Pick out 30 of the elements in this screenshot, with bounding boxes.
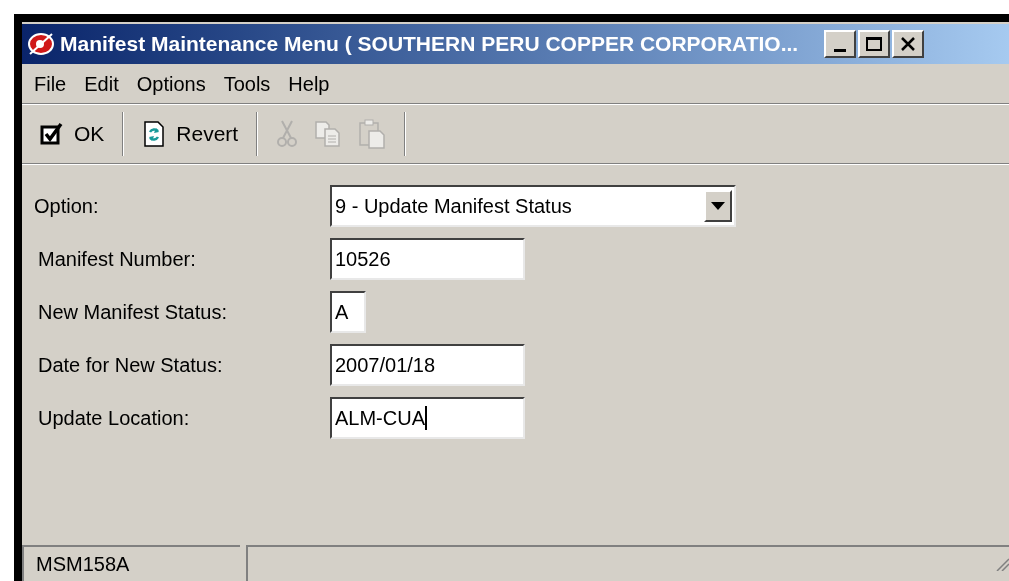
close-button[interactable]: [892, 30, 925, 58]
input-field[interactable]: 10526: [330, 238, 525, 280]
field-label: Option:: [34, 194, 100, 219]
menu-item[interactable]: Edit: [76, 68, 127, 99]
refresh-icon: [142, 121, 167, 147]
minimize-button[interactable]: [824, 30, 857, 58]
input-field[interactable]: ALM-CUA: [330, 397, 525, 439]
resize-grip-icon[interactable]: [995, 557, 1009, 571]
option-dropdown[interactable]: 9 - Update Manifest Status: [330, 185, 736, 227]
menu-item[interactable]: File: [26, 68, 75, 99]
menu-item[interactable]: Tools: [215, 68, 279, 99]
clipboard-icon: [358, 119, 387, 149]
window-title: Manifest Maintenance Menu ( SOUTHERN PERU COPPER CORPORATIO...: [60, 31, 799, 58]
close-icon: [900, 37, 917, 51]
app-logo-icon: [26, 30, 56, 58]
maximize-button[interactable]: [858, 30, 891, 58]
revert-button[interactable]: Revert: [134, 112, 247, 156]
field-label: Date for New Status:: [37, 353, 224, 378]
field-label: Manifest Number:: [37, 247, 197, 272]
input-field[interactable]: 2007/01/18: [330, 344, 525, 386]
scissors-icon: [276, 120, 299, 148]
field-label: Update Location:: [37, 406, 191, 431]
ok-button[interactable]: OK: [32, 112, 113, 156]
status-pane: MSM158A: [22, 545, 240, 581]
field-label: New Manifest Status:: [37, 300, 228, 325]
menu-item[interactable]: Help: [280, 68, 338, 99]
checkbox-icon: [40, 122, 64, 146]
copy-icon: [314, 120, 343, 148]
input-field[interactable]: A: [330, 291, 366, 333]
menu-item[interactable]: Options: [128, 68, 214, 99]
